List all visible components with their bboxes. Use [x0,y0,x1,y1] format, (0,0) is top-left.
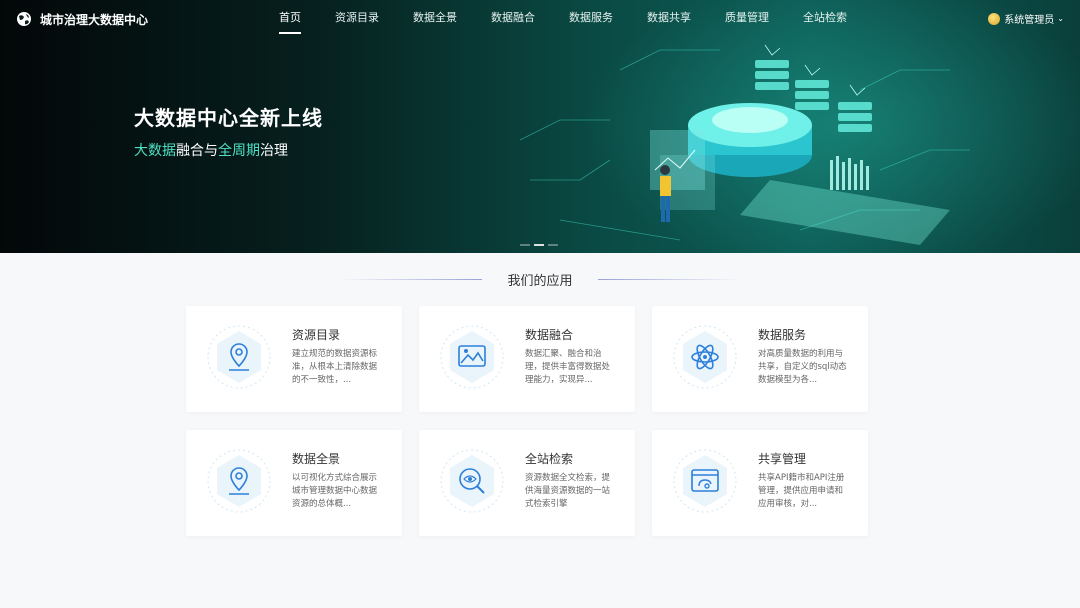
hero-subtitle-part: 全周期 [218,143,260,159]
nav-item-data-panorama[interactable]: 数据全景 [402,0,468,38]
app-card-resource-catalog[interactable]: 资源目录 建立规范的数据资源标准，从根本上清除数据的不一致性，... [186,306,402,412]
user-name: 系统管理员 [1004,15,1055,26]
card-description: 对高质量数据的利用与共享，自定义的sql动态数据模型为各... [758,349,847,385]
card-title: 数据融合 [525,328,574,342]
card-description: 资源数据全文检索，提供海量资源数据的一站式检索引擎 [525,473,611,509]
carousel-dot[interactable] [520,244,530,246]
nav-item-data-service[interactable]: 数据服务 [558,0,624,38]
atom-icon [673,325,737,389]
card-description: 数据汇聚、融合和治理，提供丰富得数据处理能力，实现异... [525,349,611,385]
card-title: 数据服务 [758,328,807,342]
section-divider-right [598,279,740,280]
app-card-data-service[interactable]: 数据服务 对高质量数据的利用与共享，自定义的sql动态数据模型为各... [652,306,868,412]
hero-subtitle: 大数据融合与全周期治理 [134,140,288,160]
app-card-data-fusion[interactable]: 数据融合 数据汇聚、融合和治理，提供丰富得数据处理能力，实现异... [419,306,635,412]
location-pin-icon [207,449,271,513]
user-menu[interactable]: 系统管理员 ⌄ [988,11,1064,26]
brand-title: 城市治理大数据中心 [40,12,149,27]
app-card-share-management[interactable]: 共享管理 共享API籍市和API注册管理，提供应用申请和应用审核，对... [652,430,868,536]
app-card-data-panorama[interactable]: 数据全景 以可视化方式综合展示城市管理数据中心数据资源的总体概... [186,430,402,536]
card-description: 建立规范的数据资源标准，从根本上清除数据的不一致性，... [292,349,378,385]
location-pin-icon [207,325,271,389]
hero-subtitle-part: 融合与 [176,143,218,159]
card-title: 数据全景 [292,452,341,466]
top-navigation-bar: 城市治理大数据中心 首页 资源目录 数据全景 数据融合 数据服务 数据共享 质量… [0,0,1080,38]
globe-logo-icon [17,12,31,26]
hero-title: 大数据中心全新上线 [134,106,323,130]
hero-illustration [519,44,970,245]
nav-item-site-search[interactable]: 全站检索 [792,0,858,38]
hero-subtitle-part: 治理 [260,143,288,159]
card-description: 共享API籍市和API注册管理，提供应用申请和应用审核，对... [758,473,845,509]
nav-item-resource-catalog[interactable]: 资源目录 [324,0,390,38]
nav-item-quality-management[interactable]: 质量管理 [714,0,780,38]
nav-item-data-fusion[interactable]: 数据融合 [480,0,546,38]
main-nav: 首页 资源目录 数据全景 数据融合 数据服务 数据共享 质量管理 全站检索 [268,0,870,38]
nav-item-data-sharing[interactable]: 数据共享 [636,0,702,38]
card-title: 全站检索 [525,452,574,466]
avatar [988,12,1001,25]
chevron-down-icon: ⌄ [1057,14,1064,23]
app-card-site-search[interactable]: 全站检索 资源数据全文检索，提供海量资源数据的一站式检索引擎 [419,430,635,536]
carousel-dot[interactable] [534,244,544,246]
section-title: 我们的应用 [507,274,573,289]
share-window-icon [673,449,737,513]
hero-subtitle-part: 大数据 [134,143,176,159]
carousel-dot[interactable] [548,244,558,246]
card-title: 共享管理 [758,452,807,466]
carousel-indicators [520,244,562,246]
nav-item-home[interactable]: 首页 [268,0,312,38]
image-chart-icon [440,325,504,389]
card-description: 以可视化方式综合展示城市管理数据中心数据资源的总体概... [292,473,378,509]
brand[interactable]: 城市治理大数据中心 [16,10,148,28]
search-eye-icon [440,449,504,513]
card-title: 资源目录 [292,328,341,342]
hero-banner[interactable]: 城市治理大数据中心 首页 资源目录 数据全景 数据融合 数据服务 数据共享 质量… [0,0,1080,253]
